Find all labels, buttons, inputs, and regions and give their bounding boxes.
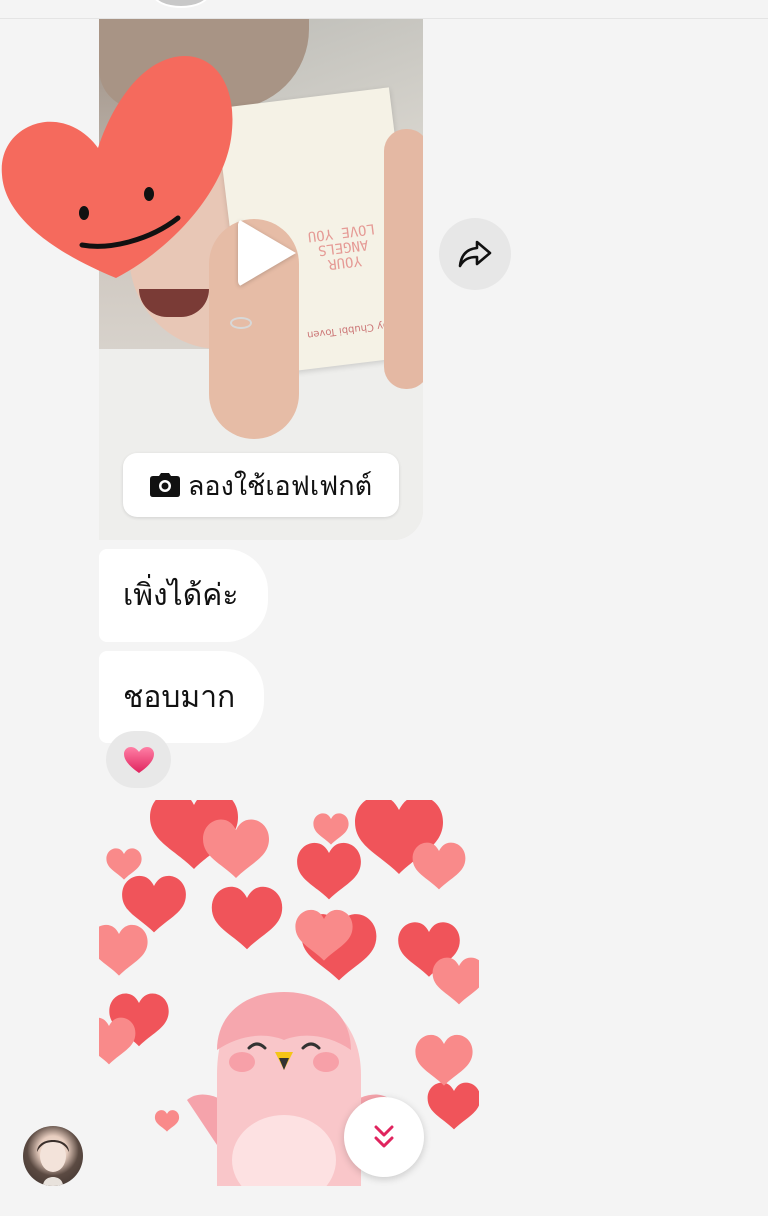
try-effect-button[interactable]: ลองใช้เอฟเฟกต์	[123, 453, 399, 517]
video-ring	[230, 317, 252, 329]
sticker-eye-right	[144, 187, 154, 201]
double-chevron-down-icon	[374, 1125, 394, 1148]
box-subtitle: by Chubbi Toven	[306, 319, 390, 341]
message-bubble[interactable]: ชอบมาก	[99, 651, 264, 743]
message-text: ชอบมาก	[123, 679, 236, 715]
try-effect-label: ลองใช้เอฟเฟกต์	[187, 470, 373, 502]
avatar-face	[37, 1140, 69, 1186]
heart-reaction[interactable]	[106, 731, 171, 788]
camera-icon	[149, 473, 180, 497]
sender-avatar[interactable]	[23, 1126, 83, 1186]
share-arrow-icon	[458, 240, 492, 268]
message-text: เพิ่งได้ค่ะ	[123, 578, 239, 613]
top-divider	[0, 0, 768, 19]
scroll-to-bottom-button[interactable]	[344, 1097, 424, 1177]
smiley-heart-sticker	[1, 55, 233, 278]
message-bubble[interactable]: เพิ่งได้ค่ะ	[99, 549, 268, 642]
box-title: YOUR ANGELS LOVE YOU	[306, 220, 376, 273]
heart-icon	[123, 746, 154, 773]
play-icon[interactable]	[238, 219, 296, 287]
video-hand-right	[384, 129, 423, 389]
share-button[interactable]	[439, 218, 511, 290]
sticker-eye-left	[79, 206, 89, 220]
